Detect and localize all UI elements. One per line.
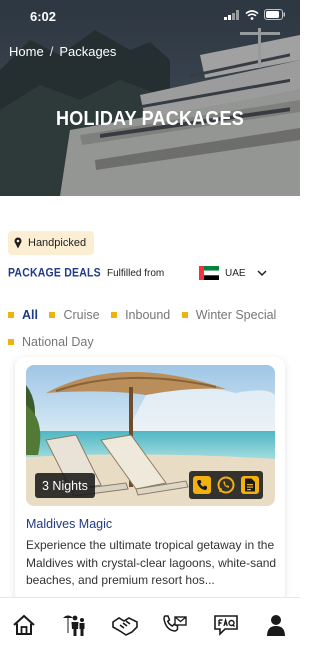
faq-icon [213, 615, 238, 636]
country-selector[interactable]: UAE [198, 266, 268, 280]
whatsapp-icon[interactable] [217, 476, 235, 494]
home-icon [13, 614, 35, 635]
document-icon[interactable] [241, 476, 259, 494]
breadcrumb-separator: / [49, 44, 54, 59]
card-actions [189, 471, 263, 499]
holiday-people-icon [63, 615, 85, 636]
chevron-down-icon [257, 270, 267, 277]
phone-icon[interactable] [193, 476, 211, 494]
filter-winter-special[interactable]: Winter Special [181, 302, 276, 328]
package-title[interactable]: Maldives Magic [26, 517, 112, 531]
package-image[interactable]: 3 Nights [26, 365, 275, 506]
nav-faq[interactable] [211, 610, 241, 640]
handshake-icon [111, 617, 138, 636]
package-card[interactable]: 3 Nights Maldives Magic Experience the u… [15, 357, 285, 602]
package-deals-title: PACKAGE DEALS [8, 266, 101, 280]
breadcrumb-current: Packages [59, 44, 117, 59]
category-filters: All Cruise Inbound Winter Special Nation… [8, 301, 292, 355]
pin-icon [14, 237, 22, 249]
signal-icon [224, 9, 239, 20]
battery-icon [264, 9, 285, 20]
filter-bullet-icon [8, 339, 14, 345]
filter-inbound[interactable]: Inbound [111, 302, 170, 328]
filter-all[interactable]: All [8, 302, 38, 328]
filter-bullet-icon [8, 312, 14, 318]
country-label: UAE [225, 267, 246, 279]
filter-bullet-icon [49, 312, 56, 318]
user-icon [266, 615, 285, 636]
handpicked-badge[interactable]: Handpicked [8, 231, 95, 255]
handpicked-label: Handpicked [28, 237, 87, 249]
filter-national-day[interactable]: National Day [8, 329, 94, 355]
filter-bullet-icon [181, 312, 188, 318]
uae-flag-icon [198, 266, 220, 280]
nav-holidays[interactable] [59, 610, 89, 640]
breadcrumb: Home / Packages [9, 44, 116, 59]
nav-home[interactable] [9, 610, 39, 640]
filter-cruise[interactable]: Cruise [49, 302, 100, 328]
nights-badge: 3 Nights [35, 473, 95, 498]
status-time: 6:02 [30, 9, 57, 24]
fulfilled-from-label: Fulfilled from [107, 267, 165, 279]
nav-contact[interactable] [160, 610, 190, 640]
status-bar: 6:02 [0, 0, 300, 32]
page-title: HOLIDAY PACKAGES [56, 106, 244, 130]
package-description: Experience the ultimate tropical getaway… [26, 538, 277, 587]
wifi-icon [245, 9, 259, 20]
breadcrumb-home[interactable]: Home [9, 44, 44, 59]
filter-bullet-icon [111, 312, 118, 318]
call-mail-icon [163, 615, 187, 632]
status-icons [224, 9, 286, 20]
nav-partners[interactable] [110, 610, 140, 640]
nav-profile[interactable] [261, 610, 291, 640]
package-deals-header: PACKAGE DEALS Fulfilled from UAE [8, 264, 292, 282]
bottom-navigation [0, 597, 300, 650]
